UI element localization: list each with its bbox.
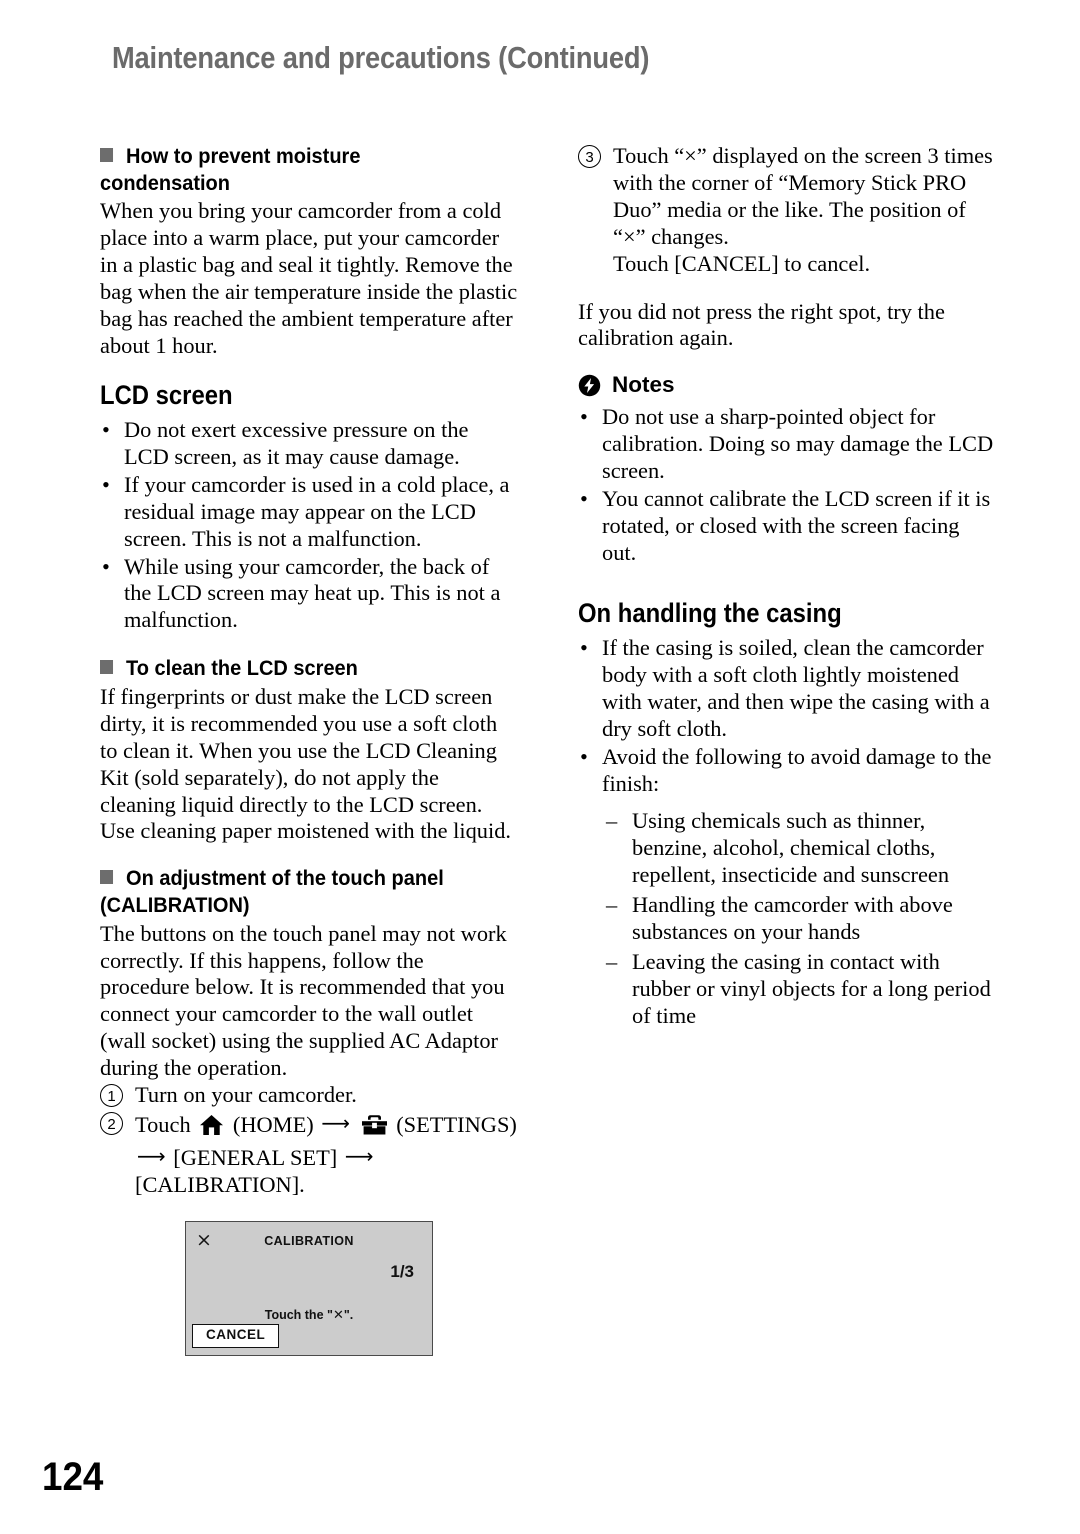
right-column: 3 Touch “×” displayed on the screen 3 ti… (578, 143, 996, 1033)
bullet-dot-icon: • (580, 743, 588, 769)
list-item-text: Using chemicals such as thinner, benzine… (632, 808, 950, 888)
section-bullet-square-icon (100, 148, 114, 162)
calibration-screen-title: CALIBRATION (264, 1233, 354, 1248)
toolbox-settings-icon (361, 1114, 388, 1143)
bullet-dot-icon: • (580, 404, 588, 430)
list-item: • You cannot calibrate the LCD screen if … (578, 486, 996, 567)
notes-bullet-list: • Do not use a sharp-pointed object for c… (578, 404, 996, 566)
bullet-dot-icon: • (102, 471, 110, 497)
list-item: • Do not use a sharp-pointed object for c… (578, 404, 996, 485)
dash-bullet-icon: – (606, 892, 618, 918)
home-label: (HOME) (232, 1112, 314, 1138)
right-arrow-icon: ⟶ (344, 1143, 374, 1168)
bullet-dot-icon: • (102, 417, 110, 443)
subsection-heading-moisture-condensation: How to prevent moisture condensation (100, 143, 489, 196)
left-column: How to prevent moisture condensation Whe… (100, 143, 518, 1356)
list-item-text: Leaving the casing in contact with rubbe… (632, 949, 991, 1028)
bullet-dot-icon: • (102, 553, 110, 579)
calibration-body: The buttons on the touch panel may not w… (100, 920, 507, 1081)
clean-lcd-screen-body: If fingerprints or dust make the LCD scr… (100, 683, 512, 844)
subsection-heading-label: How to prevent moisture condensation (100, 144, 361, 195)
calibration-step-list: 1 Turn on your camcorder. 2 Touch (HOME)… (100, 1082, 518, 1199)
calibration-step-2: 2 Touch (HOME) ⟶ (SETTINGS) ⟶ [GENERAL S… (100, 1110, 518, 1199)
settings-label: (SETTINGS) (396, 1112, 517, 1138)
calibration-step-1-text: Turn on your camcorder. (135, 1082, 357, 1108)
bullet-dot-icon: • (580, 486, 588, 512)
section-bullet-square-icon (100, 870, 114, 885)
calibration-instruction-suffix: ". (343, 1307, 354, 1322)
notes-heading-label: Notes (612, 372, 675, 398)
dash-bullet-icon: – (606, 808, 618, 834)
casing-bullet-list: • If the casing is soiled, clean the camc… (578, 635, 996, 797)
moisture-condensation-body: When you bring your camcorder from a col… (100, 198, 518, 358)
subsection-heading-label-line2: (CALIBRATION) (100, 893, 250, 918)
calibration-page-indicator: 1/3 (390, 1261, 414, 1281)
lightning-bolt-circle-icon (578, 374, 601, 397)
list-item: • Do not exert excessive pressure on the … (100, 417, 518, 471)
subsection-heading-label: To clean the LCD screen (126, 656, 358, 681)
right-arrow-icon: ⟶ (321, 1111, 350, 1136)
list-item: – Leaving the casing in contact with rubb… (606, 949, 996, 1030)
page-running-head: Maintenance and precautions (Continued) (112, 40, 650, 75)
circled-number-icon: 1 (100, 1084, 123, 1108)
calibration-step-list-continued: 3 Touch “×” displayed on the screen 3 ti… (578, 143, 996, 278)
list-item: • If your camcorder is used in a cold pla… (100, 472, 518, 553)
list-item-text: Handling the camcorder with above substa… (632, 892, 953, 945)
circled-number-icon: 3 (578, 145, 601, 168)
section-heading-on-handling-the-casing: On handling the casing (578, 597, 842, 628)
list-item-text: Avoid the following to avoid damage to t… (602, 743, 992, 796)
list-item-text: Do not exert excessive pressure on the L… (124, 417, 469, 469)
list-item-text: If your camcorder is used in a cold plac… (124, 471, 510, 551)
list-item-text: You cannot calibrate the LCD screen if i… (602, 486, 991, 565)
list-item: • Avoid the following to avoid damage to … (578, 744, 996, 798)
right-arrow-icon: ⟶ (137, 1143, 166, 1168)
lcd-screen-bullet-list: • Do not exert excessive pressure on the … (100, 417, 518, 634)
calibration-instruction-prefix: Touch the " (264, 1307, 333, 1322)
calibration-step-1: 1 Turn on your camcorder. (100, 1082, 518, 1109)
subsection-heading-clean-lcd-screen: To clean the LCD screen (100, 655, 489, 682)
cancel-button[interactable]: CANCEL (192, 1323, 280, 1348)
list-item: – Handling the camcorder with above subst… (606, 892, 996, 946)
calibration-instruction-x-icon: ✕ (332, 1307, 344, 1323)
bullet-dot-icon: • (580, 635, 588, 661)
calibration-step-2-touch-label: Touch (135, 1112, 191, 1138)
subsection-heading-touch-panel-calibration: On adjustment of the touch panel (CALIBR… (100, 865, 489, 918)
casing-sub-item-list: – Using chemicals such as thinner, benzin… (578, 808, 996, 1029)
list-item-text: While using your camcorder, the back of … (124, 553, 501, 633)
calibration-instruction-text: Touch the "✕". (186, 1308, 432, 1323)
manual-page: Maintenance and precautions (Continued) … (0, 0, 1080, 1534)
calibration-screen-illustration: × CALIBRATION 1/3 Touch the "✕". CANCEL (185, 1220, 433, 1356)
list-item: • While using your camcorder, the back of… (100, 554, 518, 635)
calibration-retry-note: If you did not press the right spot, try… (578, 298, 945, 351)
list-item-text: If the casing is soiled, clean the camco… (602, 635, 990, 741)
subsection-heading-label-line1: On adjustment of the touch panel (126, 866, 444, 891)
dash-bullet-icon: – (606, 949, 618, 975)
home-icon (199, 1114, 224, 1143)
notes-heading: Notes (578, 372, 996, 398)
section-heading-lcd-screen: LCD screen (100, 379, 233, 410)
circled-number-icon: 2 (100, 1112, 123, 1136)
list-item: • If the casing is soiled, clean the camc… (578, 635, 996, 743)
section-bullet-square-icon (100, 660, 114, 675)
calibration-step-3-text: Touch “×” displayed on the screen 3 time… (613, 143, 993, 249)
general-set-label: [GENERAL SET] (173, 1144, 338, 1170)
list-item-text: Do not use a sharp-pointed object for ca… (602, 404, 994, 484)
list-item: – Using chemicals such as thinner, benzin… (606, 808, 996, 889)
calibration-screen-figure: × CALIBRATION 1/3 Touch the "✕". CANCEL (185, 1220, 518, 1356)
calibration-step-3-cancel-note: Touch [CANCEL] to cancel. (613, 250, 871, 276)
calibration-menu-label: [CALIBRATION]. (135, 1171, 305, 1197)
calibration-step-3: 3 Touch “×” displayed on the screen 3 ti… (578, 143, 996, 278)
page-number: 124 (42, 1455, 104, 1499)
